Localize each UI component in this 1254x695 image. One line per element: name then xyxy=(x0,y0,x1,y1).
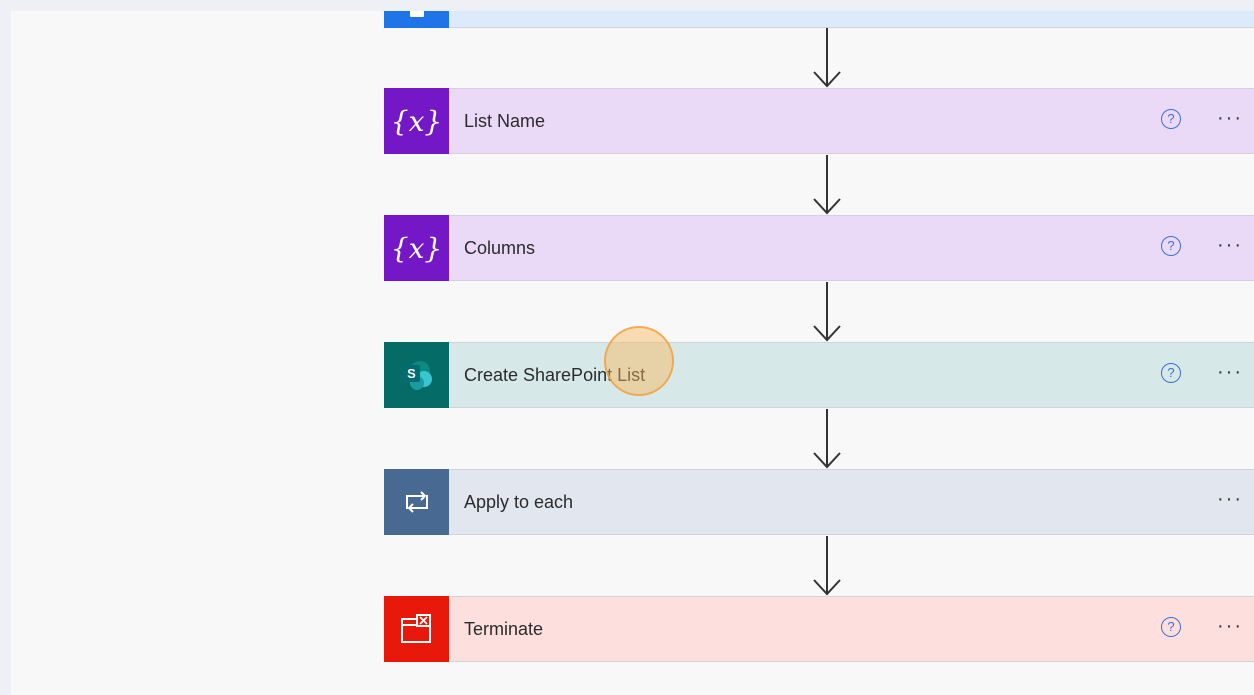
flow-step-list-name[interactable]: {x} List Name ? ··· xyxy=(384,88,1254,154)
sharepoint-icon: S xyxy=(402,361,432,390)
step-icon-box: {x} xyxy=(384,88,449,154)
step-icon-box: {x} xyxy=(384,215,449,281)
svg-text:S: S xyxy=(407,366,416,381)
step-icon-box xyxy=(384,596,449,662)
flow-step-apply-to-each[interactable]: Apply to each ··· xyxy=(384,469,1254,535)
more-options-icon[interactable]: ··· xyxy=(1217,107,1243,130)
step-icon-box xyxy=(384,469,449,535)
more-options-icon[interactable]: ··· xyxy=(1217,234,1243,257)
step-icon-box xyxy=(384,11,449,28)
help-icon[interactable]: ? xyxy=(1161,363,1181,383)
connector-arrow xyxy=(813,282,841,342)
step-label: Apply to each xyxy=(464,491,574,512)
flow-step-terminate[interactable]: Terminate ? ··· xyxy=(384,596,1254,662)
terminate-icon xyxy=(400,614,431,643)
variable-icon: {x} xyxy=(390,104,443,138)
connector-arrow xyxy=(813,155,841,215)
flow-step-top[interactable] xyxy=(384,11,1254,28)
connector-arrow xyxy=(813,28,841,88)
connector-arrow xyxy=(813,409,841,469)
step-label: Create SharePoint List xyxy=(464,364,646,385)
flow-step-create-sharepoint-list[interactable]: S Create SharePoint List ? ··· xyxy=(384,342,1254,408)
step-label: Columns xyxy=(464,237,536,258)
more-options-icon[interactable]: ··· xyxy=(1217,615,1243,638)
step-label: Terminate xyxy=(464,618,544,639)
help-icon[interactable]: ? xyxy=(1161,236,1181,256)
more-options-icon[interactable]: ··· xyxy=(1217,361,1243,384)
step-icon-box: S xyxy=(384,342,449,408)
trigger-icon xyxy=(409,11,424,17)
help-icon[interactable]: ? xyxy=(1161,617,1181,637)
variable-icon: {x} xyxy=(390,231,443,265)
connector-arrow xyxy=(813,536,841,596)
help-icon[interactable]: ? xyxy=(1161,109,1181,129)
flow-canvas: {x} List Name ? ··· {x} Columns ? ··· S xyxy=(11,11,1254,695)
more-options-icon[interactable]: ··· xyxy=(1217,488,1243,511)
flow-step-columns[interactable]: {x} Columns ? ··· xyxy=(384,215,1254,281)
loop-icon xyxy=(405,491,428,513)
step-label: List Name xyxy=(464,110,546,131)
